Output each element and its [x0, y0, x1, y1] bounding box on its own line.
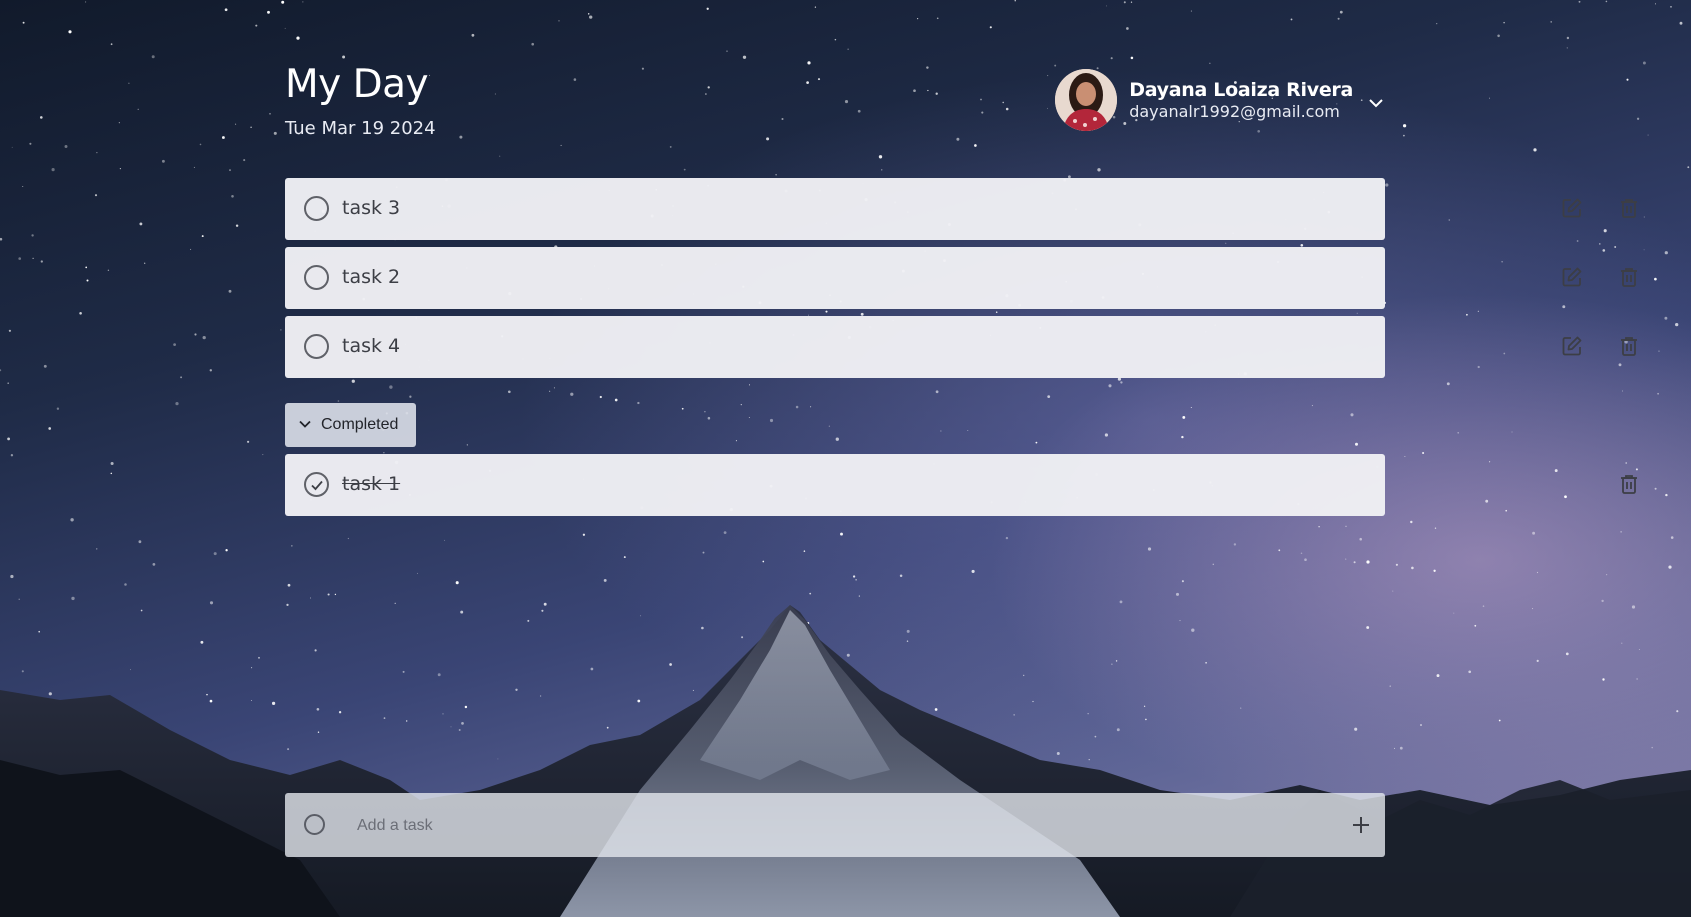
user-name: Dayana Loaiza Rivera	[1129, 79, 1353, 101]
circle-icon[interactable]	[304, 265, 329, 290]
task-item[interactable]: task 2	[285, 247, 1637, 309]
check-circle-icon[interactable]	[304, 472, 329, 497]
circle-icon	[304, 814, 325, 835]
page-date: Tue Mar 19 2024	[285, 118, 436, 139]
circle-icon[interactable]	[304, 334, 329, 359]
plus-icon[interactable]	[1348, 812, 1374, 838]
task-label: task 4	[342, 335, 401, 357]
edit-icon[interactable]	[1559, 195, 1585, 221]
user-profile[interactable]: Dayana Loaiza Rivera dayanalr1992@gmail.…	[1055, 68, 1385, 132]
task-list: task 3 task 2 task 4	[285, 178, 1637, 385]
completed-label: Completed	[321, 416, 399, 433]
task-label: task 3	[342, 197, 401, 219]
task-item[interactable]: task 4	[285, 316, 1637, 378]
circle-icon[interactable]	[304, 196, 329, 221]
completed-list: task 1	[285, 454, 1637, 523]
completed-task-item[interactable]: task 1	[285, 454, 1637, 516]
edit-icon[interactable]	[1559, 264, 1585, 290]
add-task-bar	[285, 793, 1385, 857]
avatar[interactable]	[1055, 69, 1118, 131]
trash-icon[interactable]	[1616, 195, 1642, 221]
page-title: My Day	[285, 62, 429, 107]
task-item[interactable]: task 3	[285, 178, 1637, 240]
add-task-input[interactable]	[355, 810, 1319, 842]
page-header: My Day Tue Mar 19 2024 Dayana Loaiza Riv…	[285, 62, 1385, 142]
task-label: task 1	[342, 473, 401, 495]
trash-icon[interactable]	[1616, 471, 1642, 497]
user-email: dayanalr1992@gmail.com	[1129, 102, 1340, 121]
task-label: task 2	[342, 266, 401, 288]
chevron-down-icon[interactable]	[1367, 94, 1385, 112]
chevron-down-icon	[298, 416, 312, 435]
completed-toggle[interactable]: Completed	[285, 403, 416, 447]
trash-icon[interactable]	[1616, 264, 1642, 290]
edit-icon[interactable]	[1559, 333, 1585, 359]
trash-icon[interactable]	[1616, 333, 1642, 359]
